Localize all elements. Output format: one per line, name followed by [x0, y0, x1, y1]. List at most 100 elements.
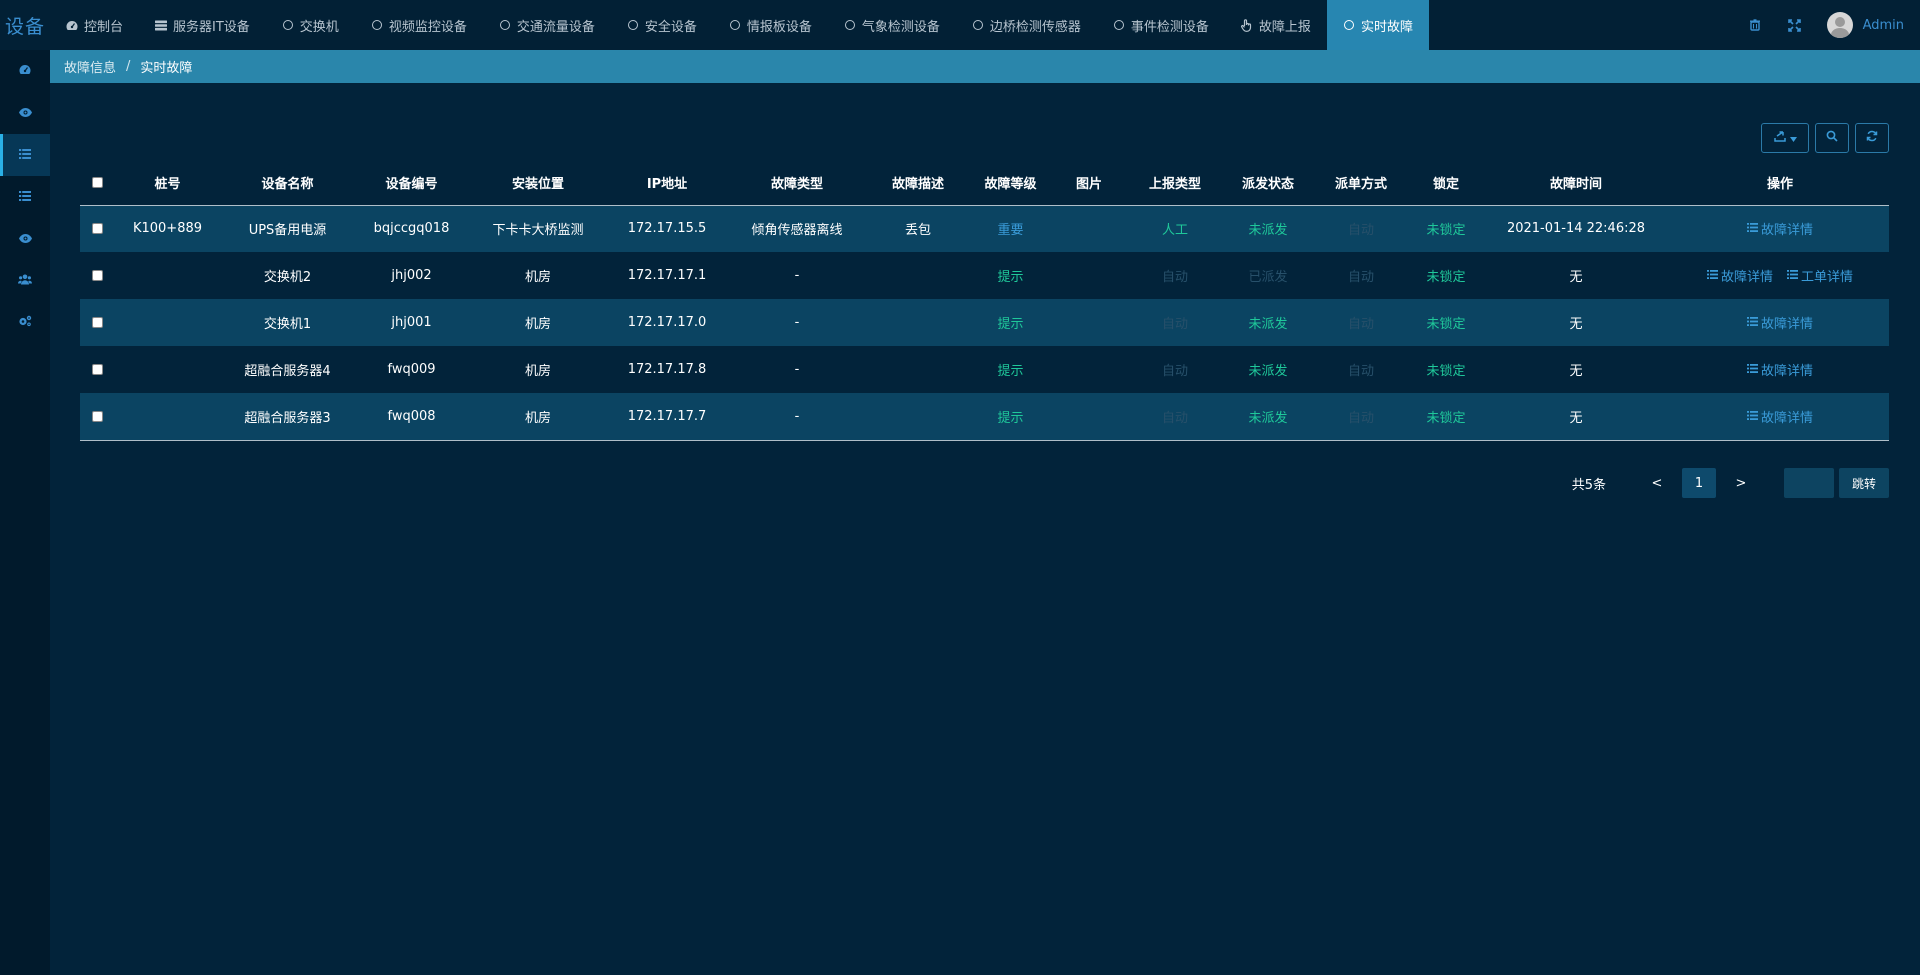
list-icon — [1746, 362, 1758, 377]
table-cell: 交换机2 — [220, 252, 355, 299]
device-code: fwq009 — [387, 362, 436, 377]
table-cell: 无 — [1481, 252, 1671, 299]
sidebar-item-1[interactable] — [0, 92, 50, 134]
jump-button[interactable]: 跳转 — [1839, 468, 1889, 498]
nav-tab-2[interactable]: 交换机 — [266, 0, 355, 50]
table-cell: 提示 — [968, 346, 1053, 393]
search-button[interactable] — [1815, 123, 1849, 153]
nav-tab-7[interactable]: 气象检测设备 — [828, 0, 956, 50]
top-navbar: 设备 控制台 服务器IT设备 交换机 视频监控设备 交通流量设备 安全设备 情报板设备 气象检… — [0, 0, 1920, 50]
export-dropdown-button[interactable] — [1761, 123, 1809, 153]
col-header-dispatch-status: 派发状态 — [1225, 160, 1311, 206]
jump-page-input[interactable] — [1784, 468, 1834, 498]
table-row[interactable]: K100+889 UPS备用电源 bqjccgq018 下卡卡大桥监测 172.17.1… — [80, 205, 1889, 252]
fault-detail-link[interactable]: 故障详情 — [1746, 407, 1813, 426]
user-menu[interactable]: Admin — [1815, 12, 1920, 38]
page-button-1[interactable]: 1 — [1682, 468, 1716, 498]
table-row[interactable]: 交换机2 jhj002 机房 172.17.17.1 - 提示 自动 已派发 自动 未锁定 无 故障详… — [80, 252, 1889, 299]
report-type: 人工 — [1161, 223, 1188, 239]
table-cell: 自动 — [1311, 252, 1411, 299]
next-page-button[interactable]: > — [1724, 468, 1758, 498]
device-code: bqjccgq018 — [373, 221, 450, 237]
fault-table-container: 桩号 设备名称 设备编号 安装位置 IP地址 故障类型 故障描述 故障等级 图片 上报类型 派发状态… — [80, 160, 1889, 441]
work-order-detail-link[interactable]: 工单详情 — [1787, 266, 1853, 285]
table-cell: 未锁定 — [1411, 346, 1481, 393]
nav-tab-label: 情报板设备 — [746, 19, 812, 35]
sidebar-item-5[interactable] — [0, 260, 50, 302]
report-type: 自动 — [1161, 317, 1188, 332]
fullscreen-icon[interactable] — [1775, 18, 1815, 32]
row-checkbox[interactable] — [92, 223, 103, 235]
sidebar-item-4[interactable] — [0, 218, 50, 260]
nav-tab-5[interactable]: 安全设备 — [611, 0, 713, 50]
actions-cell: 故障详情 — [1671, 205, 1889, 252]
row-select-cell — [80, 252, 115, 299]
select-all-checkbox[interactable] — [92, 176, 103, 188]
nav-tab-10[interactable]: 故障上报 — [1225, 0, 1327, 50]
nav-tab-8[interactable]: 边桥检测传感器 — [956, 0, 1097, 50]
nav-tab-6[interactable]: 情报板设备 — [713, 0, 828, 50]
fault-level-badge: 提示 — [997, 364, 1024, 379]
table-cell — [1053, 205, 1125, 252]
breadcrumb-item-realtime-fault: 实时故障 — [140, 61, 193, 76]
total-count: 共5条 — [1571, 477, 1606, 493]
table-cell — [868, 299, 968, 346]
table-row[interactable]: 超融合服务器4 fwq009 机房 172.17.17.8 - 提示 自动 未派发 自动 未锁定 无… — [80, 346, 1889, 393]
nav-tab-11[interactable]: 实时故障 — [1326, 0, 1429, 50]
sidebar-item-2[interactable] — [0, 134, 50, 176]
fault-detail-link[interactable]: 故障详情 — [1746, 219, 1813, 238]
fault-level-badge: 提示 — [997, 410, 1024, 426]
table-cell — [115, 299, 220, 346]
export-icon — [1773, 130, 1786, 146]
action-label: 故障详情 — [1720, 270, 1773, 285]
brand-logo[interactable]: 设备 — [0, 0, 50, 50]
table-row[interactable]: 交换机1 jhj001 机房 172.17.17.0 - 提示 自动 未派发 自动 未锁定 无 故障详… — [80, 299, 1889, 346]
nav-tab-label: 视频监控设备 — [388, 19, 467, 35]
sidebar-item-3[interactable] — [0, 176, 50, 218]
nav-tab-9[interactable]: 事件检测设备 — [1097, 0, 1225, 50]
table-cell — [1053, 393, 1125, 441]
fault-type: - — [794, 315, 800, 330]
nav-tab-4[interactable]: 交通流量设备 — [483, 0, 611, 50]
nav-tab-3[interactable]: 视频监控设备 — [355, 0, 483, 50]
row-checkbox[interactable] — [92, 364, 103, 375]
ip-address: 172.17.17.7 — [627, 408, 707, 424]
dispatch-method: 自动 — [1347, 364, 1374, 379]
row-checkbox[interactable] — [92, 317, 103, 328]
table-cell: 未派发 — [1225, 346, 1311, 393]
table-cell: 未派发 — [1225, 393, 1311, 441]
col-header-dispatch-method: 派单方式 — [1311, 160, 1411, 206]
fault-time: 2021-01-14 22:46:28 — [1506, 221, 1646, 237]
prev-page-button[interactable]: < — [1640, 468, 1674, 498]
refresh-button[interactable] — [1855, 123, 1889, 153]
table-toolbar — [1761, 123, 1889, 153]
trash-icon[interactable] — [1735, 19, 1775, 31]
sidebar-item-6[interactable] — [0, 302, 50, 344]
table-cell — [868, 346, 968, 393]
col-header-lock: 锁定 — [1411, 160, 1481, 206]
row-checkbox[interactable] — [92, 270, 103, 281]
nav-tab-0[interactable]: 控制台 — [50, 0, 139, 50]
device-name: UPS备用电源 — [248, 223, 327, 239]
fault-detail-link[interactable]: 故障详情 — [1746, 360, 1813, 379]
table-cell — [868, 393, 968, 441]
breadcrumb-item-fault-info[interactable]: 故障信息 — [64, 57, 116, 76]
nav-tab-label: 安全设备 — [644, 19, 697, 35]
table-cell — [115, 252, 220, 299]
table-cell: 机房 — [468, 299, 608, 346]
action-label: 故障详情 — [1760, 410, 1813, 426]
fault-type: 倾角传感器离线 — [751, 223, 843, 239]
nav-tab-1[interactable]: 服务器IT设备 — [139, 0, 266, 50]
action-label: 故障详情 — [1760, 364, 1813, 379]
table-cell: 自动 — [1125, 393, 1225, 441]
table-cell: 未锁定 — [1411, 252, 1481, 299]
dispatch-status: 未派发 — [1248, 364, 1288, 379]
table-row[interactable]: 超融合服务器3 fwq008 机房 172.17.17.7 - 提示 自动 未派发 自动 未锁定 无… — [80, 393, 1889, 441]
sidebar-item-0[interactable] — [0, 50, 50, 92]
nav-tab-label: 实时故障 — [1360, 19, 1413, 35]
table-cell: fwq009 — [355, 346, 468, 393]
fault-detail-link[interactable]: 故障详情 — [1746, 313, 1813, 332]
fault-detail-link[interactable]: 故障详情 — [1706, 266, 1773, 285]
row-checkbox[interactable] — [92, 410, 103, 422]
install-location: 机房 — [524, 410, 551, 426]
